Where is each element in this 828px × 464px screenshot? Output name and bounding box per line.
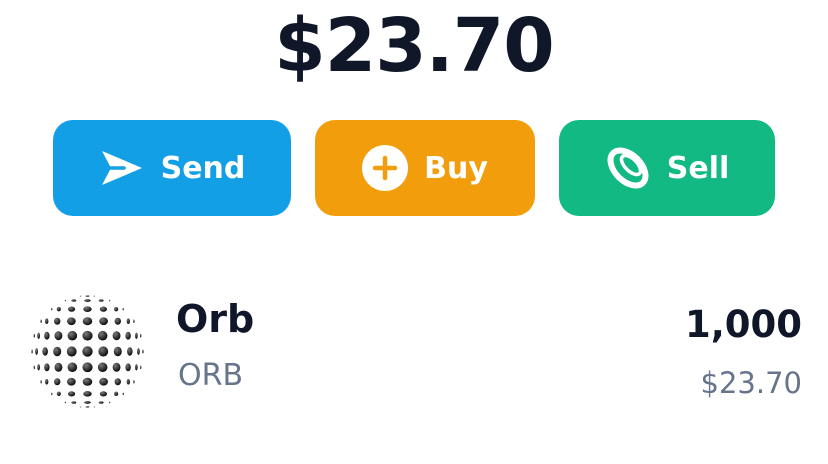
orb-dot <box>108 401 111 404</box>
orb-dot <box>112 331 121 341</box>
orb-dot <box>135 332 138 339</box>
orb-dot <box>82 346 93 357</box>
send-label: Send <box>160 150 246 186</box>
orb-dot <box>42 347 48 356</box>
orb-dot <box>83 306 92 312</box>
total-balance: $23.70 <box>274 3 555 89</box>
buy-label: Buy <box>424 150 488 186</box>
orb-dot <box>125 363 131 372</box>
buy-button[interactable]: Buy <box>315 120 535 216</box>
orb-dot <box>108 299 111 302</box>
orb-dot <box>126 318 130 325</box>
orb-dot <box>84 299 91 302</box>
orb-dot <box>35 348 38 355</box>
orb-dot <box>33 365 35 370</box>
orb-dot <box>54 331 63 341</box>
orb-dot <box>97 330 108 341</box>
wallet-screen: $23.70 Send Buy Sell Orb ORB 1,000 $23.7… <box>0 0 828 464</box>
orb-dot <box>79 406 82 408</box>
orb-dot <box>40 380 42 384</box>
orb-dot <box>64 299 67 302</box>
orb-dot <box>56 391 61 396</box>
orb-dot <box>64 401 67 404</box>
orb-dot <box>82 377 93 386</box>
orb-dot <box>67 362 78 373</box>
orb-dot <box>98 401 104 404</box>
orb-dot <box>54 317 61 325</box>
orb-dot <box>67 391 76 397</box>
orb-dot <box>33 333 35 338</box>
orb-dot <box>99 306 108 312</box>
orb-dot <box>114 317 121 325</box>
asset-name: Orb <box>176 297 255 341</box>
orb-dot <box>133 319 135 323</box>
action-buttons: Send Buy Sell <box>53 120 775 216</box>
orb-dot <box>71 401 77 404</box>
orb-dot <box>67 306 76 312</box>
orb-dot <box>133 380 135 384</box>
send-button[interactable]: Send <box>53 120 291 216</box>
orb-dot <box>85 295 90 297</box>
orb-dot <box>51 307 53 311</box>
orb-dot <box>114 307 119 312</box>
orb-dot <box>67 330 78 341</box>
asset-row-orb[interactable]: Orb ORB 1,000 $23.70 <box>30 292 802 410</box>
orb-dot <box>82 362 93 373</box>
orb-dot <box>67 317 76 326</box>
sell-label: Sell <box>666 150 730 186</box>
orb-dot <box>53 346 62 357</box>
orb-dot <box>122 307 124 311</box>
orb-dot <box>114 378 121 386</box>
orb-dot <box>142 349 144 354</box>
orb-dot <box>126 378 130 385</box>
orb-dot <box>98 346 109 357</box>
orb-dot <box>51 392 53 396</box>
orb-dot <box>54 362 63 372</box>
orb-dot <box>67 377 76 386</box>
orb-dot <box>83 391 92 397</box>
asset-symbol: ORB <box>178 358 244 393</box>
orb-dot <box>44 363 50 372</box>
orb-dot <box>40 319 42 323</box>
orb-dot <box>45 318 49 325</box>
orb-dot <box>93 295 96 297</box>
orb-dot <box>45 378 49 385</box>
orb-dot <box>137 348 140 355</box>
orb-dot <box>140 365 142 370</box>
orb-dot <box>82 317 93 326</box>
orb-dot <box>99 317 108 326</box>
orb-dot <box>54 378 61 386</box>
orb-dot <box>99 377 108 386</box>
orb-dot <box>85 406 90 408</box>
orb-dot <box>114 391 119 396</box>
orb-dot <box>99 391 108 397</box>
orb-dot <box>127 347 133 356</box>
orb-dot <box>93 406 96 408</box>
orb-dot <box>125 331 131 340</box>
orb-dot <box>31 349 33 354</box>
orb-dot <box>122 392 124 396</box>
orb-dot <box>112 362 121 372</box>
orb-dot <box>135 364 138 371</box>
orb-dot <box>37 332 40 339</box>
orb-dot <box>44 331 50 340</box>
orb-dot <box>66 346 77 357</box>
orb-dot <box>79 295 82 297</box>
asset-amount: 1,000 <box>684 303 802 346</box>
paper-plane-icon <box>99 145 145 191</box>
orb-dot <box>84 401 91 404</box>
orb-dot <box>97 362 108 373</box>
orb-dot <box>113 346 122 357</box>
sell-button[interactable]: Sell <box>559 120 775 216</box>
orb-dot <box>98 299 104 302</box>
orb-dot <box>140 333 142 338</box>
asset-value: $23.70 <box>700 366 802 400</box>
orb-dot <box>71 299 77 302</box>
orb-dot <box>56 307 61 312</box>
orb-sphere-logo <box>31 295 144 408</box>
orb-dot <box>37 364 40 371</box>
coin-icon <box>605 145 651 191</box>
plus-circle-icon <box>362 145 409 191</box>
orb-dot <box>82 330 93 341</box>
